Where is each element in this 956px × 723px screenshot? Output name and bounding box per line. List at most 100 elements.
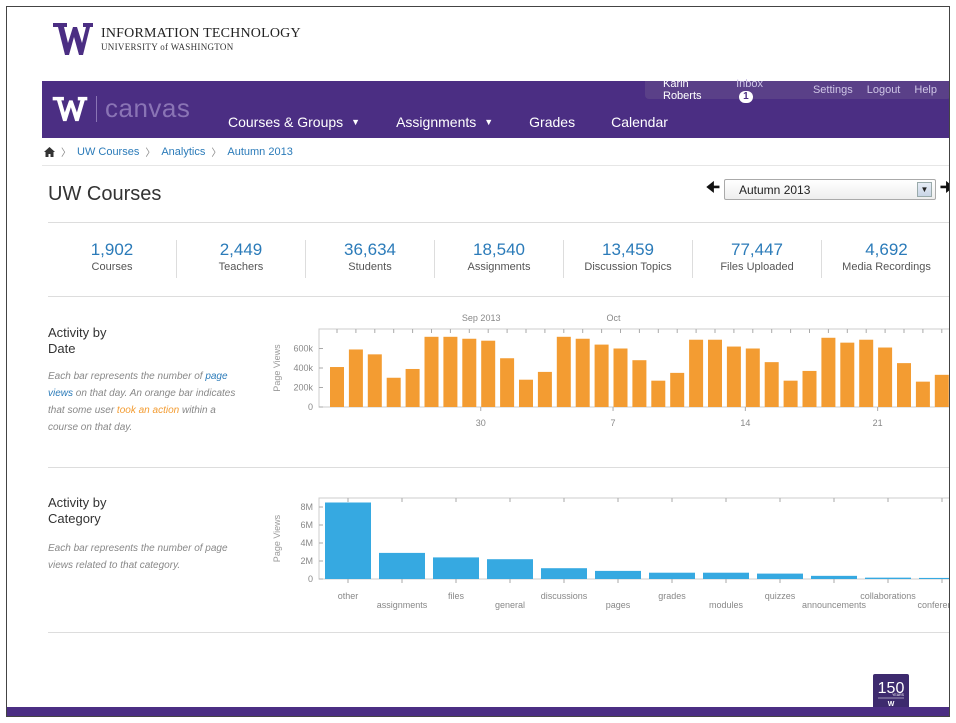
caret-down-icon: ▼: [351, 117, 361, 127]
y-axis-label: Page Views: [272, 344, 282, 392]
x-tick-label: 30: [476, 418, 486, 428]
term-select[interactable]: Autumn 2013 ▼: [724, 179, 936, 200]
date-bar: [821, 337, 836, 407]
canvas-wordmark: canvas: [105, 93, 191, 123]
nav-calendar[interactable]: Calendar: [611, 114, 668, 130]
nav-courses-groups[interactable]: Courses & Groups ▼: [228, 114, 360, 130]
date-bar: [443, 336, 458, 407]
category-bar: [811, 575, 857, 579]
y-axis-label: Page Views: [272, 514, 282, 562]
took-action-link[interactable]: took an action: [117, 405, 179, 416]
logout-link[interactable]: Logout: [867, 84, 901, 96]
date-bar: [462, 338, 477, 407]
150-years-badge: 150 YEARS W: [873, 674, 909, 710]
date-bar: [556, 336, 571, 407]
date-bar: [613, 348, 628, 407]
date-bar: [802, 370, 817, 407]
previous-term-arrow-icon[interactable]: 🠈: [702, 179, 724, 200]
x-tick-label: 14: [740, 418, 750, 428]
home-icon[interactable]: [44, 146, 55, 157]
stats-row: 1,902 Courses 2,449 Teachers 36,634 Stud…: [48, 240, 949, 278]
y-tick-label: 8M: [300, 502, 313, 512]
uw-w-icon: [52, 96, 88, 121]
y-tick-label: 200k: [293, 383, 313, 393]
stat-media-recordings: 4,692 Media Recordings: [822, 240, 949, 278]
chevron-right-icon: 〉: [61, 148, 71, 159]
stat-label: Media Recordings: [842, 261, 931, 273]
uw-logo-icon: [53, 23, 93, 55]
stat-value: 2,449: [219, 240, 263, 259]
date-bar: [745, 348, 760, 407]
date-bar: [575, 338, 590, 407]
date-bar: [878, 347, 893, 407]
utility-bar: Karin Roberts Inbox1 Settings Logout Hel…: [645, 78, 949, 103]
date-bar: [405, 368, 420, 407]
date-bar: [537, 371, 552, 407]
category-bar: [757, 573, 803, 579]
activity-by-date-chart: Page Views 0 200k 400k 600k Sep 2013 Oct 30 7 14 2…: [272, 313, 949, 428]
category-label: conferences: [917, 600, 950, 610]
x-tick-label: 7: [611, 418, 616, 428]
page-title: UW Courses: [48, 183, 162, 205]
y-tick-label: 2M: [300, 556, 313, 566]
date-bar: [330, 367, 344, 407]
inbox-link[interactable]: Inbox1: [736, 78, 799, 103]
activity-by-date-title: Activity by Date: [48, 325, 107, 356]
category-label: other: [338, 591, 359, 601]
org-title: INFORMATION TECHNOLOGY: [101, 26, 301, 41]
main-nav: Courses & Groups ▼ Assignments ▼ Grades Ca…: [228, 114, 704, 130]
stat-label: Discussion Topics: [584, 261, 672, 273]
stat-files-uploaded: 77,447 Files Uploaded: [693, 240, 822, 278]
date-bar: [708, 339, 722, 407]
category-label: discussions: [541, 591, 588, 601]
date-bar: [367, 354, 382, 407]
y-tick-label: 4M: [300, 538, 313, 548]
breadcrumb-uw-courses[interactable]: UW Courses: [77, 146, 139, 158]
y-tick-label: 600k: [293, 344, 313, 354]
date-bar: [651, 380, 666, 407]
stat-value: 77,447: [731, 240, 783, 259]
activity-by-category-title: Activity by Category: [48, 495, 107, 526]
canvas-logo[interactable]: canvas: [52, 93, 190, 124]
stat-label: Files Uploaded: [720, 261, 794, 273]
category-label: modules: [709, 600, 744, 610]
next-term-arrow-icon[interactable]: 🠊: [936, 179, 949, 200]
uw-it-header: INFORMATION TECHNOLOGY UNIVERSITY of WAS…: [53, 21, 301, 57]
y-tick-label: 400k: [293, 363, 313, 373]
y-tick-label: 6M: [300, 520, 313, 530]
activity-by-date-description: Each bar represents the number of page v…: [48, 371, 236, 433]
breadcrumb-term[interactable]: Autumn 2013: [227, 146, 292, 158]
stat-courses: 1,902 Courses: [48, 240, 177, 278]
help-link[interactable]: Help: [914, 84, 937, 96]
stat-label: Courses: [91, 261, 133, 273]
category-label: announcements: [802, 600, 867, 610]
category-label: collaborations: [860, 591, 916, 601]
select-caret-icon: ▼: [917, 182, 932, 197]
user-name-link[interactable]: Karin Roberts: [663, 78, 722, 102]
x-tick-label: 21: [873, 418, 883, 428]
date-bar: [670, 372, 685, 407]
nav-assignments[interactable]: Assignments ▼: [396, 114, 493, 130]
category-bar: [379, 552, 425, 579]
stat-label: Students: [348, 261, 392, 273]
stat-value: 4,692: [865, 240, 908, 259]
activity-by-category-chart: Page Views 0 2M 4M 6M 8M other assignments files…: [272, 497, 950, 610]
category-label: grades: [658, 591, 686, 601]
activity-by-category-description: Each bar represents the number of page v…: [48, 543, 228, 571]
svg-text:YEARS: YEARS: [892, 693, 905, 697]
stat-discussion-topics: 13,459 Discussion Topics: [564, 240, 693, 278]
date-bar: [632, 360, 647, 407]
category-label: quizzes: [765, 591, 796, 601]
bottom-band: [7, 707, 949, 716]
settings-link[interactable]: Settings: [813, 84, 853, 96]
breadcrumb-analytics[interactable]: Analytics: [161, 146, 205, 158]
date-bar: [897, 363, 911, 407]
category-bar: [487, 559, 533, 579]
date-bar: [386, 377, 401, 407]
date-bar: [934, 374, 949, 407]
date-bar: [500, 358, 515, 407]
nav-grades[interactable]: Grades: [529, 114, 575, 130]
breadcrumb: 〉 UW Courses 〉 Analytics 〉 Autumn 2013: [44, 144, 293, 159]
stat-label: Teachers: [218, 261, 264, 273]
slide-frame: INFORMATION TECHNOLOGY UNIVERSITY of WAS…: [6, 6, 950, 717]
